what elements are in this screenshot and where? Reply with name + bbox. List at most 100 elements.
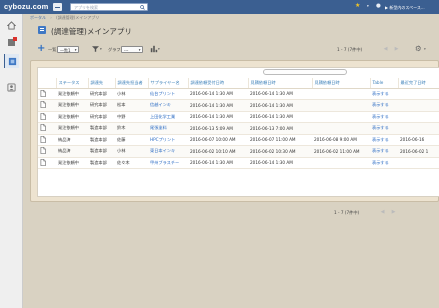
record-table: ステータス 調達先 調達先担当者 サプライヤー名 調達依頼受付日時 見積依頼日時 見積依頼日… bbox=[38, 78, 439, 169]
column-header[interactable]: 最近完了日時 bbox=[397, 78, 439, 89]
column-header[interactable]: サプライヤー名 bbox=[147, 78, 188, 89]
table-cell-link[interactable]: 表示する bbox=[370, 134, 398, 146]
table-cell: 2016-06-14 1:30 AM bbox=[250, 91, 293, 97]
record-detail-link[interactable] bbox=[38, 88, 56, 100]
breadcrumb-portal[interactable]: ポータル bbox=[30, 15, 46, 20]
pager-prev-icon[interactable]: ◀ bbox=[379, 209, 386, 216]
column-header[interactable]: 調達依頼受付日時 bbox=[187, 78, 248, 89]
table-cell-link[interactable]: 表示する bbox=[370, 111, 398, 123]
chevron-down-icon[interactable]: ▾ bbox=[367, 4, 369, 8]
table-cell bbox=[312, 157, 370, 169]
table-cell: 2016-06-07 11:00 AM bbox=[250, 137, 296, 143]
cybozu-logo[interactable]: cybozu.com bbox=[4, 2, 48, 11]
page-title: (調達管理)メインアプリ bbox=[51, 27, 132, 36]
table-cell-link[interactable]: 甲州ブラスチー bbox=[148, 157, 188, 169]
table-cell: 2016-06-14 1:30 AM bbox=[250, 114, 293, 120]
app-menu-icon[interactable] bbox=[53, 3, 62, 11]
search-icon[interactable] bbox=[140, 4, 145, 10]
table-row: 納品済 製造本部 小林 東日本インキ 2016-06-02 10:10 AM 2016-0… bbox=[38, 145, 439, 158]
search-input[interactable]: アプリを検索 bbox=[70, 2, 148, 11]
graph-select-value: --- bbox=[124, 47, 129, 53]
document-icon bbox=[40, 158, 46, 166]
pager-next-icon[interactable]: ▶ bbox=[393, 46, 400, 53]
table-cell-link[interactable]: 信越インキ bbox=[148, 100, 188, 112]
table-cell-link[interactable]: 表示する bbox=[370, 146, 398, 158]
column-header[interactable]: 見積依頼日時 bbox=[247, 78, 312, 89]
table-cell bbox=[312, 100, 370, 112]
table-cell-link[interactable]: 東日本インキ bbox=[148, 146, 188, 158]
user-icon[interactable]: ● bbox=[376, 3, 381, 9]
table-cell: 中野 bbox=[117, 113, 126, 119]
chevron-down-icon[interactable]: ▾ bbox=[424, 47, 426, 51]
table-cell bbox=[312, 88, 370, 100]
breadcrumb-separator: › bbox=[50, 15, 52, 20]
pager-prev-icon[interactable]: ◀ bbox=[382, 46, 389, 53]
table-cell bbox=[312, 111, 370, 123]
table-cell: 佐々木 bbox=[117, 159, 130, 165]
record-detail-link[interactable] bbox=[38, 111, 56, 123]
table-cell-link[interactable]: 仙台プリント bbox=[148, 88, 188, 100]
column-header[interactable]: 調達先 bbox=[87, 78, 115, 89]
rail-home[interactable] bbox=[4, 18, 19, 32]
table-cell: 2016-06-13 7:00 AM bbox=[250, 125, 293, 131]
notification-icon bbox=[8, 36, 17, 46]
record-detail-link[interactable] bbox=[38, 157, 56, 169]
table-row: 発注依頼中 製造本部 佐々木 甲州ブラスチー 2016-06-14 1:30 AM 201… bbox=[38, 157, 439, 169]
graph-select[interactable]: --- ▾ bbox=[121, 45, 143, 53]
pager-count: 1 - 7 (7件中) bbox=[337, 46, 363, 52]
table-cell: 2016-06-14 1:30 AM bbox=[190, 114, 233, 120]
table-cell: 佐藤 bbox=[117, 136, 126, 142]
column-header[interactable]: 見積依頼日時 bbox=[311, 78, 370, 89]
left-rail bbox=[0, 14, 23, 308]
table-cell-link[interactable]: HPCプリント bbox=[148, 134, 188, 146]
pager-count-bottom: 1 - 7 (7件中) bbox=[334, 210, 360, 215]
table-cell: 小林 bbox=[117, 90, 126, 96]
rail-notifications[interactable] bbox=[4, 34, 19, 48]
table-cell: 鈴木 bbox=[117, 125, 126, 131]
horizontal-scrollbar[interactable] bbox=[263, 69, 347, 75]
record-detail-link[interactable] bbox=[38, 123, 56, 135]
table-cell bbox=[398, 111, 439, 123]
record-detail-link[interactable] bbox=[38, 146, 56, 158]
table-row: 納品済 製造本部 佐藤 HPCプリント 2016-06-07 10:00 AM 2016-… bbox=[38, 134, 439, 146]
table-cell: 製造本部 bbox=[90, 148, 107, 154]
space-link[interactable]: ▶ 新型内のスペース... bbox=[385, 5, 425, 11]
document-icon bbox=[40, 124, 46, 132]
document-icon bbox=[40, 112, 46, 120]
record-detail-link[interactable] bbox=[38, 134, 56, 146]
table-cell: 2016-06-16 bbox=[400, 137, 425, 143]
pager-next-icon[interactable]: ▶ bbox=[390, 209, 397, 216]
document-icon bbox=[40, 147, 46, 155]
table-cell-link[interactable]: 表示する bbox=[370, 100, 398, 112]
gear-icon[interactable]: ⚙ bbox=[415, 44, 422, 53]
chevron-down-icon[interactable]: ▾ bbox=[100, 47, 102, 51]
table-cell: 2016-06-14 1:30 AM bbox=[190, 160, 233, 166]
table-cell-link[interactable]: 上田化学工業 bbox=[148, 111, 188, 123]
column-header[interactable]: ステータス bbox=[55, 78, 88, 89]
filter-icon[interactable] bbox=[92, 45, 99, 53]
column-header[interactable]: 調達先担当者 bbox=[114, 78, 148, 89]
table-cell-link[interactable]: 表示する bbox=[370, 123, 398, 135]
chevron-down-icon[interactable]: ▾ bbox=[158, 47, 160, 51]
table-cell bbox=[398, 157, 439, 169]
table-cell: 2016-06-07 10:00 AM bbox=[190, 137, 236, 143]
add-record-button[interactable]: + bbox=[37, 44, 45, 54]
view-select[interactable]: 一覧1 ▾ bbox=[57, 45, 79, 53]
table-cell: 発注依頼中 bbox=[58, 102, 79, 108]
bar-chart-icon[interactable] bbox=[150, 45, 158, 53]
column-header[interactable]: Table bbox=[369, 78, 398, 89]
table-cell-link[interactable]: 表示する bbox=[370, 88, 398, 100]
table-cell: 研究本部 bbox=[90, 113, 107, 119]
table-cell-link[interactable]: 尾張塗料 bbox=[148, 123, 188, 135]
rail-space[interactable] bbox=[4, 54, 19, 68]
favorites-star-icon[interactable]: ★ bbox=[355, 3, 360, 9]
table-cell: 発注依頼中 bbox=[58, 90, 79, 96]
app-icon bbox=[38, 26, 46, 34]
table-cell: 2016-06-13 5:09 AM bbox=[190, 125, 233, 131]
rail-people[interactable] bbox=[4, 80, 19, 94]
table-cell: 松本 bbox=[117, 102, 126, 108]
record-detail-link[interactable] bbox=[38, 100, 56, 112]
table-cell-link[interactable]: 表示する bbox=[370, 157, 398, 169]
breadcrumb: ポータル › (調達管理)メインアプリ bbox=[30, 15, 99, 22]
breadcrumb-current: (調達管理)メインアプリ bbox=[56, 15, 100, 20]
